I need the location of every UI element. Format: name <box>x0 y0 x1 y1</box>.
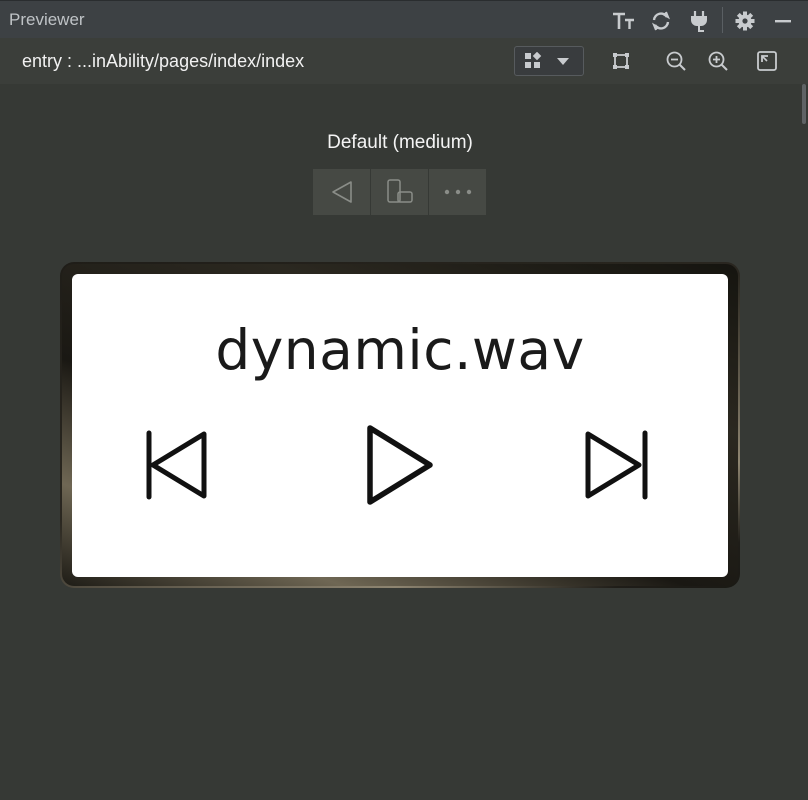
previewer-window: Previewer entry: ...inAbility/pages/ind… <box>0 0 808 800</box>
next-button[interactable] <box>582 428 652 502</box>
device-toolbar <box>313 169 486 215</box>
fit-screen-icon[interactable] <box>754 48 780 74</box>
back-button[interactable] <box>313 169 370 215</box>
rotate-button[interactable] <box>371 169 428 215</box>
play-icon <box>364 422 436 506</box>
preview-mode-label: Default (medium) <box>327 132 473 153</box>
more-icon <box>443 188 473 196</box>
minimize-icon[interactable] <box>770 8 796 34</box>
refresh-icon[interactable] <box>648 8 674 34</box>
previous-button[interactable] <box>144 428 210 502</box>
gear-icon[interactable] <box>732 8 758 34</box>
crop-icon[interactable] <box>608 48 634 74</box>
back-icon <box>329 179 355 205</box>
previous-icon <box>144 428 210 502</box>
next-icon <box>582 428 652 502</box>
device-layout-icon <box>524 52 542 70</box>
path-bar: entry : ...inAbility/pages/index/index <box>0 38 808 84</box>
more-button[interactable] <box>429 169 486 215</box>
titlebar: Previewer <box>0 0 808 38</box>
zoom-in-icon[interactable] <box>705 48 731 74</box>
chevron-down-icon <box>556 56 570 66</box>
zoom-out-icon[interactable] <box>663 48 689 74</box>
device-layout-dropdown[interactable] <box>514 46 584 76</box>
song-title: dynamic.wav <box>215 318 585 382</box>
play-button[interactable] <box>364 422 436 506</box>
toolbar-separator <box>722 7 723 33</box>
device-screen: dynamic.wav <box>72 274 728 577</box>
plug-icon[interactable] <box>686 8 712 34</box>
window-title: Previewer <box>9 10 85 29</box>
scrollbar[interactable] <box>802 84 806 124</box>
page-path: entry : ...inAbility/pages/index/index <box>22 51 305 71</box>
font-size-icon[interactable] <box>611 8 637 34</box>
rotate-icon <box>385 178 415 206</box>
